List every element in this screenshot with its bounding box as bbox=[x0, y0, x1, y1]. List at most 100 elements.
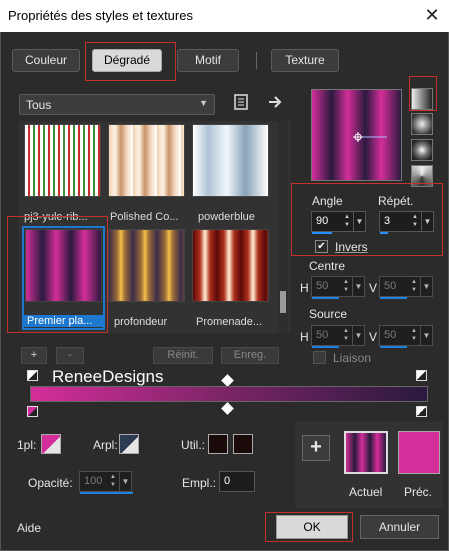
chevron-down-icon: ▼ bbox=[199, 98, 208, 108]
chevron-down-icon[interactable]: ▼ bbox=[353, 212, 365, 231]
opacity-value: 100 bbox=[84, 475, 103, 487]
foreground-stop-icon[interactable] bbox=[416, 370, 427, 381]
source-h-value: 50 bbox=[316, 329, 329, 341]
thumbnail-profondeur[interactable] bbox=[108, 229, 185, 302]
tab-couleur[interactable]: Couleur bbox=[12, 49, 80, 72]
center-h-slider-bar[interactable] bbox=[312, 297, 339, 299]
thumbnail-label: Polished Co... bbox=[110, 211, 179, 223]
window-title: Propriétés des styles et textures bbox=[8, 8, 193, 23]
spin-arrows-icon[interactable]: ▲ ▼ bbox=[108, 473, 118, 490]
foreground-stop-icon[interactable] bbox=[27, 370, 38, 381]
source-h-spinner[interactable]: 50 ▲ ▼ ▼ bbox=[311, 325, 365, 348]
location-value: 0 bbox=[224, 475, 231, 487]
gradient-list-scrollbar[interactable] bbox=[278, 121, 288, 333]
ok-button[interactable]: OK bbox=[276, 515, 348, 539]
angle-label: Angle bbox=[312, 194, 343, 208]
opacity-slider-bar[interactable] bbox=[80, 492, 133, 494]
invert-label: Invers bbox=[335, 240, 368, 254]
chevron-down-icon[interactable]: ▼ bbox=[352, 277, 364, 296]
center-v-slider-bar[interactable] bbox=[380, 297, 407, 299]
tab-degrade[interactable]: Dégradé bbox=[92, 49, 162, 72]
cancel-button[interactable]: Annuler bbox=[360, 515, 439, 539]
tab-separator bbox=[256, 52, 257, 69]
center-v-value: 50 bbox=[384, 280, 397, 292]
center-h-spinner[interactable]: 50 ▲ ▼ ▼ bbox=[311, 276, 365, 299]
category-dropdown[interactable]: Tous ▼ bbox=[19, 94, 215, 115]
current-swatch[interactable] bbox=[344, 431, 388, 474]
thumbnail-powderblue[interactable] bbox=[192, 124, 269, 197]
reset-button[interactable]: Réinit. bbox=[153, 347, 213, 364]
foreground-swatch-icon[interactable] bbox=[41, 434, 61, 454]
background-swatch-icon[interactable] bbox=[119, 434, 139, 454]
opacity-spinner[interactable]: 100 ▲ ▼ ▼ bbox=[79, 471, 133, 494]
add-gradient-button[interactable]: + bbox=[21, 347, 47, 364]
center-h-label: H bbox=[300, 281, 309, 295]
chevron-down-icon[interactable]: ▼ bbox=[352, 326, 364, 345]
chevron-down-icon[interactable]: ▼ bbox=[421, 212, 433, 231]
current-label: Actuel bbox=[349, 485, 383, 499]
arrow-right-icon[interactable] bbox=[265, 93, 285, 113]
color-stop-right-icon[interactable] bbox=[416, 406, 427, 417]
source-v-slider-bar[interactable] bbox=[380, 346, 407, 348]
close-icon[interactable]: ✕ bbox=[415, 0, 449, 32]
location-label: Empl.: bbox=[182, 476, 217, 490]
foreground-label: 1pl: bbox=[17, 438, 37, 452]
thumbnail-label: Promenade... bbox=[196, 316, 263, 328]
spin-arrows-icon[interactable]: ▲ ▼ bbox=[342, 213, 352, 230]
previous-label: Préc. bbox=[404, 485, 433, 499]
angle-spinner[interactable]: 90 ▲ ▼ ▼ bbox=[311, 211, 366, 234]
spin-arrows-icon[interactable]: ▲ ▼ bbox=[409, 327, 419, 344]
invert-checkbox[interactable]: ✔ bbox=[315, 240, 328, 253]
thumbnail-promenade[interactable] bbox=[192, 229, 269, 302]
thumbnail-label-selected: Premier pla... bbox=[24, 315, 105, 327]
user-color-swatch-2[interactable] bbox=[233, 434, 253, 454]
add-to-swatches-button[interactable]: + bbox=[302, 435, 330, 461]
notebook-icon[interactable] bbox=[231, 93, 251, 113]
spin-arrows-icon[interactable]: ▲ ▼ bbox=[341, 327, 351, 344]
scrollbar-thumb[interactable] bbox=[280, 291, 286, 313]
source-v-value: 50 bbox=[384, 329, 397, 341]
thumbnail-label: pj3-yule-rib... bbox=[24, 211, 88, 223]
user-color-swatch-1[interactable] bbox=[208, 434, 228, 454]
thumbnail-label: powderblue bbox=[198, 211, 255, 223]
repeat-spinner[interactable]: 3 ▲ ▼ ▼ bbox=[379, 211, 434, 234]
source-v-spinner[interactable]: 50 ▲ ▼ ▼ bbox=[379, 325, 433, 348]
rectangular-style-icon[interactable] bbox=[411, 113, 433, 135]
opacity-label: Opacité: bbox=[28, 476, 73, 490]
link-label: Liaison bbox=[333, 351, 372, 365]
thumbnail-pj3-yule[interactable] bbox=[24, 124, 101, 197]
spin-arrows-icon[interactable]: ▲ ▼ bbox=[409, 278, 419, 295]
help-link[interactable]: Aide bbox=[17, 521, 41, 535]
category-value: Tous bbox=[26, 98, 52, 112]
crosshair-icon[interactable] bbox=[312, 90, 403, 182]
gradient-preview[interactable] bbox=[311, 89, 402, 181]
center-v-spinner[interactable]: 50 ▲ ▼ ▼ bbox=[379, 276, 433, 299]
link-checkbox[interactable] bbox=[313, 351, 326, 364]
spin-arrows-icon[interactable]: ▲ ▼ bbox=[341, 278, 351, 295]
repeat-label: Répét. bbox=[378, 194, 414, 208]
color-stop-left-icon[interactable] bbox=[27, 406, 38, 417]
chevron-down-icon[interactable]: ▼ bbox=[420, 277, 432, 296]
chevron-down-icon[interactable]: ▼ bbox=[420, 326, 432, 345]
linear-style-icon[interactable] bbox=[411, 88, 433, 110]
radial-style-icon[interactable] bbox=[411, 139, 433, 161]
location-field[interactable]: 0 bbox=[219, 471, 255, 492]
angle-slider-bar[interactable] bbox=[312, 232, 332, 234]
watermark-text: ReneeDesigns bbox=[52, 367, 164, 386]
chevron-down-icon[interactable]: ▼ bbox=[119, 472, 131, 491]
previous-swatch[interactable] bbox=[398, 431, 440, 474]
background-label: Arpl: bbox=[93, 438, 118, 452]
tab-motif[interactable]: Motif bbox=[177, 49, 239, 72]
remove-gradient-button[interactable]: - bbox=[56, 347, 84, 364]
sunburst-style-icon[interactable] bbox=[411, 165, 433, 187]
spin-arrows-icon[interactable]: ▲ ▼ bbox=[410, 213, 420, 230]
source-h-label: H bbox=[300, 330, 309, 344]
angle-value: 90 bbox=[316, 215, 329, 227]
save-gradient-button[interactable]: Enreg. bbox=[221, 347, 279, 364]
repeat-value: 3 bbox=[384, 215, 391, 227]
source-h-slider-bar[interactable] bbox=[312, 346, 339, 348]
repeat-slider-bar[interactable] bbox=[380, 232, 388, 234]
gradient-bar[interactable] bbox=[30, 386, 428, 402]
thumbnail-polished-copper[interactable] bbox=[108, 124, 185, 197]
tab-texture[interactable]: Texture bbox=[271, 49, 339, 72]
